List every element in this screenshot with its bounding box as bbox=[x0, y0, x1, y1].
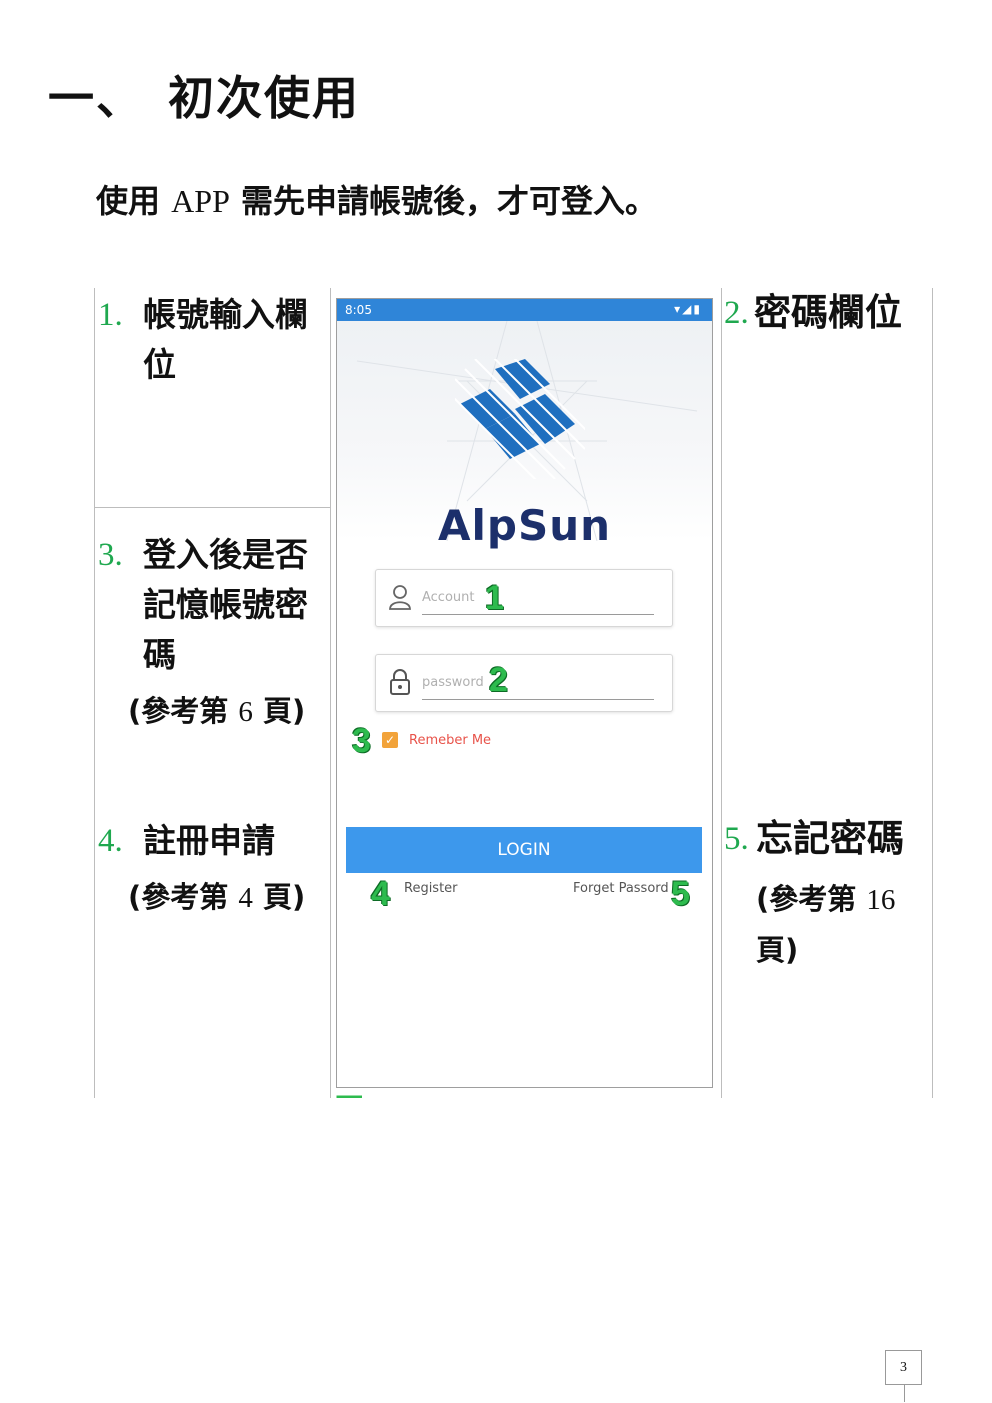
badge-1: 1 bbox=[485, 579, 504, 617]
brand-logo-text: AlpSun bbox=[437, 501, 611, 550]
ref-page: 6 bbox=[238, 696, 253, 728]
note-number: 2. bbox=[724, 295, 749, 331]
note-text: 密碼欄位 bbox=[754, 291, 902, 334]
ref-prefix: (參考第 bbox=[128, 880, 229, 914]
badge-4: 4 bbox=[371, 875, 390, 913]
image-fragment bbox=[336, 1088, 364, 1098]
user-icon bbox=[389, 585, 411, 610]
lock-icon bbox=[390, 669, 410, 695]
badge-3: 3 bbox=[352, 722, 371, 760]
app-login-screenshot: 8:05 ▾◢▮ AlpSun Account 1 password 2 3 ✓… bbox=[336, 298, 713, 1088]
table-border-right bbox=[932, 288, 933, 1098]
password-placeholder: password bbox=[422, 675, 484, 690]
page-number: 3 bbox=[885, 1350, 922, 1385]
ref-page: 4 bbox=[238, 882, 253, 914]
status-time: 8:05 bbox=[345, 303, 372, 317]
intro-part2: 需先申請帳號後，才可登入。 bbox=[241, 182, 658, 220]
note-reference: (參考第 16 頁) bbox=[756, 874, 926, 975]
input-underline bbox=[422, 614, 654, 615]
account-field[interactable]: Account bbox=[375, 569, 673, 627]
note-text: 註冊申請 bbox=[143, 821, 275, 860]
note-number: 5. bbox=[724, 821, 749, 857]
ref-prefix: (參考第 bbox=[128, 694, 229, 728]
register-link[interactable]: Register bbox=[404, 881, 458, 896]
hero-background: AlpSun bbox=[337, 321, 712, 550]
note-forget-password: 5. 忘記密碼 bbox=[724, 814, 934, 864]
note-reference: (參考第 4 頁) bbox=[128, 874, 305, 916]
ref-suffix: 頁) bbox=[262, 880, 306, 914]
remember-checkbox[interactable]: ✓ bbox=[382, 732, 398, 748]
note-text: 記憶帳號密 bbox=[143, 585, 308, 624]
section-title: 初次使用 bbox=[168, 71, 360, 125]
badge-5: 5 bbox=[671, 875, 690, 913]
note-password-field: 2. 密碼欄位 bbox=[724, 288, 934, 338]
remember-label[interactable]: Remeber Me bbox=[409, 733, 491, 748]
table-row-divider bbox=[94, 507, 331, 508]
table-border-left bbox=[94, 288, 95, 1098]
ref-suffix: 頁) bbox=[756, 933, 799, 967]
status-bar: 8:05 ▾◢▮ bbox=[337, 299, 712, 321]
section-heading: 一、 初次使用 bbox=[48, 62, 360, 128]
note-text: 位 bbox=[143, 345, 176, 384]
badge-2: 2 bbox=[489, 661, 508, 699]
intro-part1: 使用 bbox=[96, 182, 161, 220]
intro-app: APP bbox=[171, 183, 230, 219]
section-number: 一、 bbox=[48, 71, 144, 125]
note-text: 忘記密碼 bbox=[756, 817, 904, 860]
note-text: 碼 bbox=[143, 635, 176, 674]
note-number: 1. bbox=[98, 297, 123, 333]
note-number: 4. bbox=[98, 823, 123, 859]
page-number-tick bbox=[904, 1384, 905, 1402]
ref-prefix: (參考第 bbox=[756, 882, 857, 916]
ref-suffix: 頁) bbox=[262, 694, 306, 728]
forget-password-link[interactable]: Forget Passord bbox=[573, 881, 669, 896]
logo-mark bbox=[455, 359, 585, 479]
ref-page: 16 bbox=[866, 884, 896, 916]
password-field[interactable]: password bbox=[375, 654, 673, 712]
note-account-field: 1. 帳號輸入欄 位 bbox=[98, 290, 328, 390]
note-text: 帳號輸入欄 bbox=[143, 295, 308, 334]
status-icons: ▾◢▮ bbox=[674, 302, 702, 316]
note-remember-me: 3. 登入後是否 記憶帳號密 碼 bbox=[98, 530, 328, 680]
input-underline bbox=[422, 699, 654, 700]
note-number: 3. bbox=[98, 537, 123, 573]
note-register: 4. 註冊申請 bbox=[98, 816, 328, 866]
intro-paragraph: 使用 APP 需先申請帳號後，才可登入。 bbox=[96, 176, 657, 222]
login-button[interactable]: LOGIN bbox=[346, 827, 702, 873]
note-text: 登入後是否 bbox=[143, 535, 308, 574]
table-border-col1 bbox=[330, 288, 331, 1098]
table-border-col2 bbox=[721, 288, 722, 1098]
note-reference: (參考第 6 頁) bbox=[128, 688, 305, 730]
account-placeholder: Account bbox=[422, 590, 475, 605]
